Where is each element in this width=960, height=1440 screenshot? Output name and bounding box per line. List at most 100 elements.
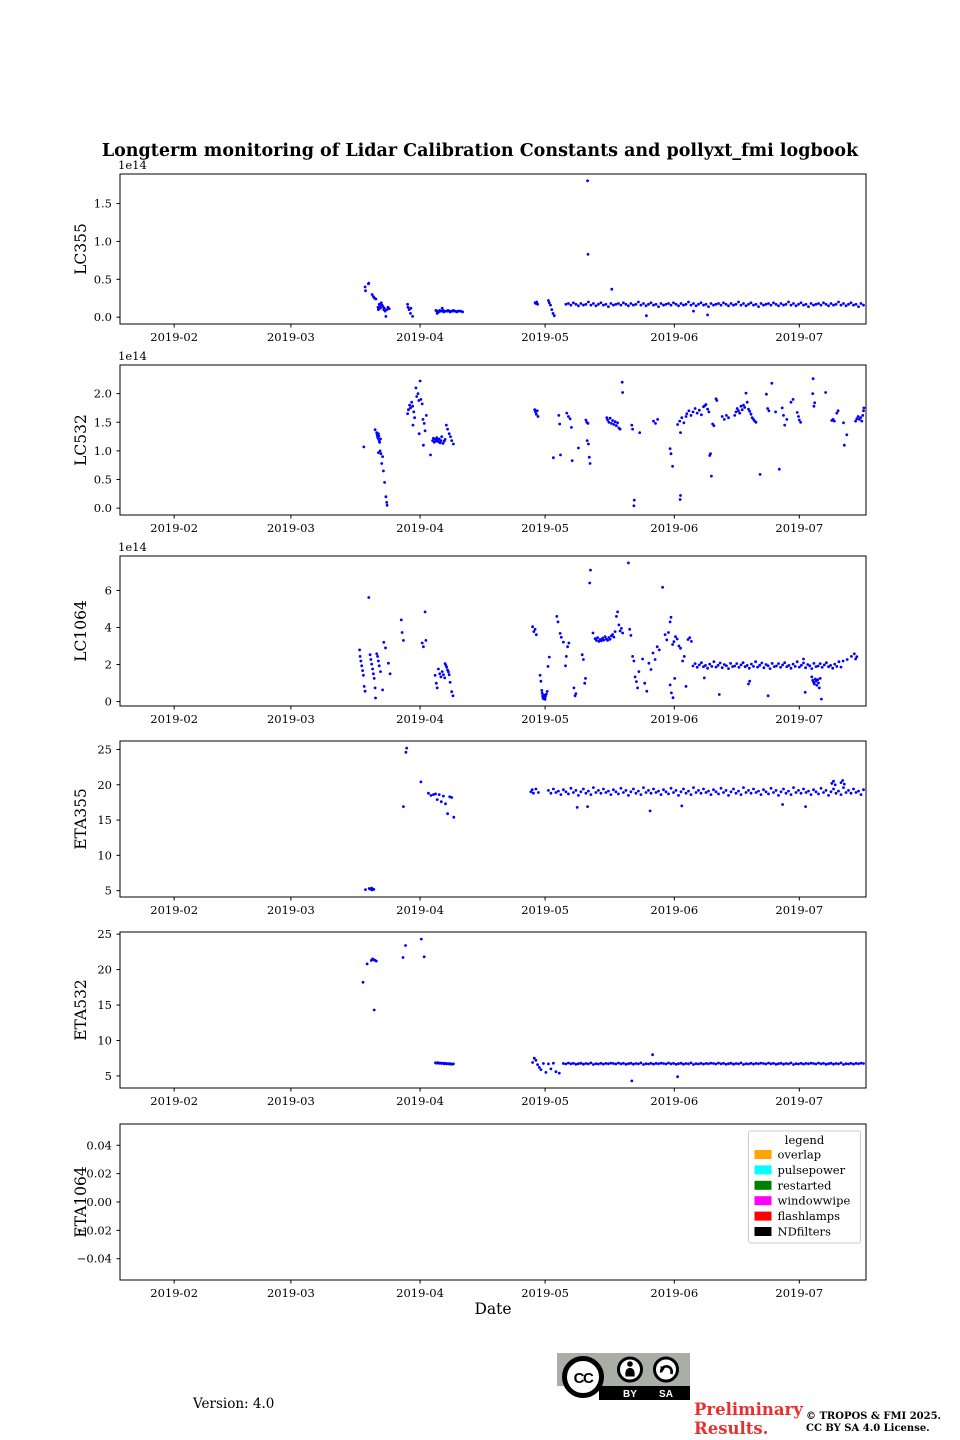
y-tick-labels: 0 2 4 6 [105,583,120,709]
offset-text: 1e14 [118,349,147,363]
svg-text:0.5: 0.5 [94,272,112,286]
copyright-line1: © TROPOS & FMI 2025. [806,1411,942,1422]
y-tick-labels: 5 10 15 20 25 [97,927,120,1083]
svg-text:25: 25 [97,742,112,756]
svg-text:LC1064: LC1064 [72,600,90,662]
scatter-points [362,377,866,508]
svg-text:LC532: LC532 [72,414,90,466]
svg-text:15: 15 [97,813,112,827]
svg-text:20: 20 [97,963,112,977]
subplot-lc1064: 2019-02 2019-03 2019-04 2019-05 2019-06 2019-… [72,540,867,726]
y-tick-labels: 0.0 0.5 1.0 1.5 [94,197,120,324]
y-axis-label-lc355: LC355 [72,223,90,275]
svg-text:2019-07: 2019-07 [775,1094,823,1108]
svg-text:2019-05: 2019-05 [521,1094,569,1108]
axes-frame [119,555,867,707]
axes-frame [119,173,867,325]
x-tick-labels: 2019-02 2019-03 2019-04 2019-05 2019-06 2019-… [150,515,823,535]
svg-text:2019-04: 2019-04 [396,1286,444,1300]
cc-license-badge: CC BY SA [557,1353,690,1400]
svg-text:1.5: 1.5 [94,415,112,429]
sa-arrow-icon [653,1356,679,1383]
svg-text:2019-07: 2019-07 [775,330,823,344]
svg-text:2019-02: 2019-02 [150,903,198,917]
legend-box: legendoverlappulsepowerrestarted windowwi… [748,1130,861,1244]
svg-text:5: 5 [105,1069,112,1083]
svg-text:0: 0 [105,695,112,709]
svg-text:LC355: LC355 [72,223,90,275]
cc-icon: CC [562,1356,604,1398]
svg-text:2019-03: 2019-03 [267,903,315,917]
copyright-line2: CC BY SA 4.0 License. [806,1423,930,1434]
svg-text:2019-02: 2019-02 [150,1286,198,1300]
preliminary-note: Preliminary Results. [694,1400,803,1438]
svg-text:−0.04: −0.04 [77,1252,112,1266]
svg-text:2019-06: 2019-06 [650,903,698,917]
offset-text: 1e14 [118,158,147,172]
svg-text:flashlamps: flashlamps [778,1209,841,1223]
svg-text:2019-06: 2019-06 [650,1286,698,1300]
subplot-eta355: 2019-02 2019-03 2019-04 2019-05 2019-06 2019-… [72,740,867,917]
y-axis-label-lc532: LC532 [72,414,90,466]
svg-text:6: 6 [105,583,112,597]
svg-text:2019-02: 2019-02 [150,712,198,726]
svg-text:NDfilters: NDfilters [778,1225,832,1239]
svg-text:20: 20 [97,778,112,792]
svg-text:1.0: 1.0 [94,234,112,248]
scatter-points [364,746,865,892]
copyright-note: © TROPOS & FMI 2025. CC BY SA 4.0 Licens… [806,1411,941,1435]
svg-text:2019-02: 2019-02 [150,1094,198,1108]
x-tick-labels: 2019-02 2019-03 2019-04 2019-05 2019-06 2019-… [150,897,823,917]
svg-text:2019-05: 2019-05 [521,712,569,726]
svg-text:ETA1064: ETA1064 [72,1166,90,1238]
scatter-points [358,561,859,701]
svg-text:2019-04: 2019-04 [396,521,444,535]
subplot-lc532: 2019-02 2019-03 2019-04 2019-05 2019-06 2019-… [72,349,867,535]
axes-frame [119,364,867,516]
svg-text:2: 2 [105,658,112,672]
svg-text:0.00: 0.00 [86,1195,112,1209]
svg-text:1.0: 1.0 [94,444,112,458]
y-tick-labels: 5 10 15 20 25 [97,742,120,898]
svg-text:0.02: 0.02 [86,1167,112,1181]
svg-text:1.5: 1.5 [94,197,112,211]
svg-text:2.0: 2.0 [94,387,112,401]
svg-text:2019-06: 2019-06 [650,330,698,344]
svg-text:5: 5 [105,884,112,898]
svg-text:2019-06: 2019-06 [650,712,698,726]
svg-text:2019-07: 2019-07 [775,521,823,535]
figure-canvas: 2019-02 2019-03 2019-04 2019-05 2019-06 2019-… [72,158,867,1300]
svg-text:2019-07: 2019-07 [775,903,823,917]
svg-text:2019-06: 2019-06 [650,521,698,535]
version-label: Version: 4.0 [193,1396,275,1412]
figure-root: Longterm monitoring of Lidar Calibration… [0,0,960,1440]
svg-text:4: 4 [105,620,112,634]
y-axis-label-eta532: ETA532 [72,979,90,1041]
svg-text:1e14: 1e14 [118,349,147,363]
x-axis-label: Date [474,1300,512,1318]
svg-text:2019-06: 2019-06 [650,1094,698,1108]
svg-text:15: 15 [97,998,112,1012]
x-tick-labels: 2019-02 2019-03 2019-04 2019-05 2019-06 2019-… [150,1088,823,1108]
svg-text:2019-07: 2019-07 [775,712,823,726]
svg-text:10: 10 [97,848,112,862]
subplot-lc355: 2019-02 2019-03 2019-04 2019-05 2019-06 2019-… [72,158,867,344]
scatter-points [361,937,865,1083]
axes-frame [119,740,867,898]
svg-text:0.04: 0.04 [86,1138,112,1152]
svg-text:2019-02: 2019-02 [150,521,198,535]
svg-text:2019-07: 2019-07 [775,1286,823,1300]
svg-text:pulsepower: pulsepower [778,1163,846,1177]
svg-text:0.0: 0.0 [94,501,112,515]
x-tick-labels: 2019-02 2019-03 2019-04 2019-05 2019-06 2019-… [150,706,823,726]
x-tick-labels: 2019-02 2019-03 2019-04 2019-05 2019-06 2019-… [150,324,823,344]
svg-text:2019-04: 2019-04 [396,903,444,917]
svg-text:1e14: 1e14 [118,540,147,554]
svg-text:2019-05: 2019-05 [521,330,569,344]
svg-text:overlap: overlap [778,1148,822,1162]
subplot-eta1064: 2019-02 2019-03 2019-04 2019-05 2019-06 2019-… [72,1123,867,1300]
y-tick-labels: 0.0 0.5 1.0 1.5 2.0 [94,387,120,515]
svg-text:2019-05: 2019-05 [521,1286,569,1300]
scatter-points [363,179,865,318]
subplot-eta532: 2019-02 2019-03 2019-04 2019-05 2019-06 2019-… [72,927,867,1108]
